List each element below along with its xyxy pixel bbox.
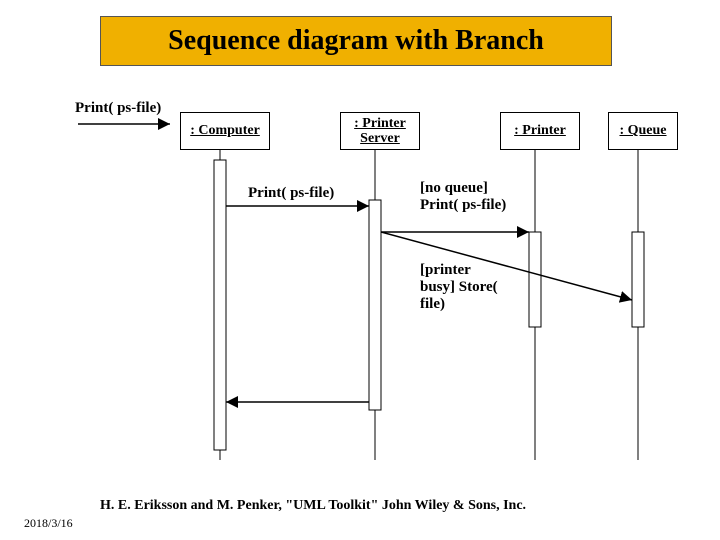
lifeline-printer-server: : Printer Server [340,112,420,150]
msg-to-server: Print( ps-file) [248,185,334,202]
msg-start: Print( ps-file) [75,100,161,117]
lifeline-queue: : Queue [608,112,678,150]
msg-branch-print: [no queue] Print( ps-file) [420,180,506,214]
slide-date: 2018/3/16 [24,516,73,531]
lifeline-printer: : Printer [500,112,580,150]
citation: H. E. Eriksson and M. Penker, "UML Toolk… [100,498,526,514]
lifeline-computer: : Computer [180,112,270,150]
msg-branch-store: [printer busy] Store( file) [420,262,498,313]
slide: Sequence diagram with Branch Print( ps-f… [0,0,720,540]
sequence-diagram [0,0,720,540]
